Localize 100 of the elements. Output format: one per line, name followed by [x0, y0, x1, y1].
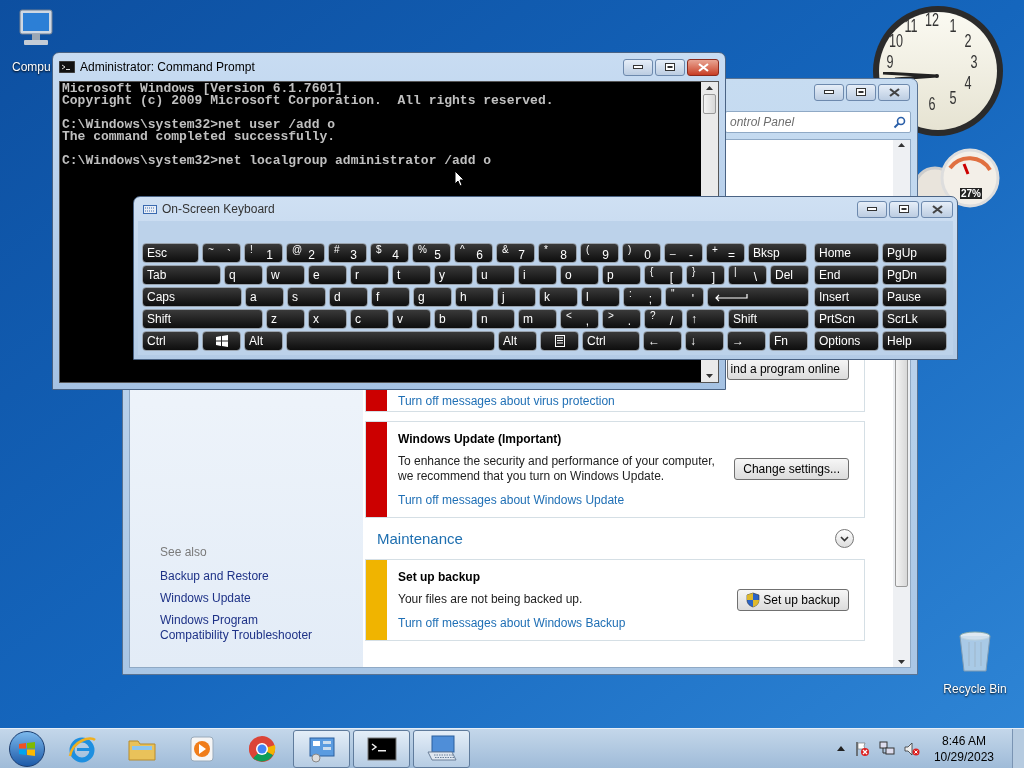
keyboard-key[interactable]: % 5 [412, 243, 451, 263]
keyboard-key[interactable]: + = [706, 243, 745, 263]
keyboard-key[interactable]: n [476, 309, 515, 329]
action-button[interactable]: Change settings... [734, 458, 849, 480]
keyboard-key[interactable]: > . [602, 309, 641, 329]
keyboard-key[interactable]: y [434, 265, 473, 285]
keyboard-key[interactable]: s [287, 287, 326, 307]
keyboard-key[interactable]: ? / [644, 309, 683, 329]
keyboard-key[interactable]: o [560, 265, 599, 285]
keyboard-key[interactable]: PrtScn [814, 309, 879, 329]
keyboard-key[interactable]: Tab [142, 265, 221, 285]
keyboard-key[interactable]: ← [643, 331, 682, 351]
close-button[interactable] [921, 200, 953, 218]
close-button[interactable] [687, 58, 719, 76]
keyboard-key[interactable]: : ; [623, 287, 662, 307]
recycle-bin-icon[interactable] [957, 630, 993, 674]
keyboard-key[interactable]: l [581, 287, 620, 307]
keyboard-key[interactable]: j [497, 287, 536, 307]
keyboard-key[interactable]: # 3 [328, 243, 367, 263]
turn-off-link[interactable]: Turn off messages about virus protection [398, 393, 849, 408]
keyboard-key[interactable]: f [371, 287, 410, 307]
desktop-icon-label[interactable]: Recycle Bin [943, 680, 1007, 698]
keyboard-key[interactable]: ScrLk [882, 309, 947, 329]
keyboard-key[interactable]: { [ [644, 265, 683, 285]
keyboard-key[interactable]: < , [560, 309, 599, 329]
maximize-button[interactable] [889, 200, 919, 218]
desktop-icon-label[interactable]: Compu [12, 58, 51, 76]
maximize-button[interactable] [846, 83, 876, 101]
keyboard-key[interactable]: a [245, 287, 284, 307]
keyboard-key[interactable]: m [518, 309, 557, 329]
keyboard-key[interactable]: p [602, 265, 641, 285]
turn-off-link[interactable]: Turn off messages about Windows Backup [398, 614, 726, 632]
keyboard-key[interactable]: Alt [498, 331, 537, 351]
keyboard-key[interactable]: " ' [665, 287, 704, 307]
keyboard-key[interactable]: ↑ [686, 309, 725, 329]
minimize-button[interactable] [814, 83, 844, 101]
keyboard-key[interactable]: d [329, 287, 368, 307]
turn-off-link[interactable]: Turn off messages about Windows Update [398, 490, 723, 509]
keyboard-key[interactable]: Del [770, 265, 809, 285]
keyboard-key[interactable]: Caps [142, 287, 242, 307]
scrollbar-thumb[interactable] [703, 94, 716, 114]
flag-alert-icon[interactable] [853, 740, 870, 757]
scroll-down-icon[interactable] [898, 660, 905, 664]
keyboard-key[interactable]: ~ ` [202, 243, 241, 263]
keyboard-key[interactable]: k [539, 287, 578, 307]
keyboard-key[interactable]: v [392, 309, 431, 329]
keyboard-key[interactable]: Shift [728, 309, 809, 329]
keyboard-key[interactable]: w [266, 265, 305, 285]
keyboard-key[interactable]: u [476, 265, 515, 285]
network-icon[interactable] [878, 740, 895, 757]
keyboard-key[interactable]: Fn [769, 331, 808, 351]
keyboard-key[interactable]: Options [814, 331, 879, 351]
minimize-button[interactable] [623, 58, 653, 76]
close-button[interactable] [878, 83, 910, 101]
keyboard-key[interactable]: z [266, 309, 305, 329]
keyboard-key[interactable]: Insert [814, 287, 879, 307]
scroll-down-icon[interactable] [706, 374, 713, 378]
see-also-link[interactable]: Backup and Restore [160, 569, 325, 584]
keyboard-key[interactable]: Home [814, 243, 879, 263]
space-key[interactable] [286, 331, 495, 351]
keyboard-key[interactable]: g [413, 287, 452, 307]
scroll-up-icon[interactable] [706, 86, 713, 90]
show-hidden-icons-icon[interactable] [836, 746, 845, 751]
windows-key[interactable] [202, 331, 241, 351]
keyboard-key[interactable]: } ] [686, 265, 725, 285]
expand-button[interactable] [835, 529, 854, 549]
keyboard-key[interactable]: Pause [882, 287, 947, 307]
system-clock[interactable]: 8:46 AM 10/29/2023 [933, 732, 994, 765]
keyboard-key[interactable]: x [308, 309, 347, 329]
scroll-up-icon[interactable] [898, 143, 905, 147]
keyboard-key[interactable]: | \ [728, 265, 767, 285]
elevated-action-button[interactable]: Set up backup [737, 589, 849, 611]
keyboard-key[interactable]: Ctrl [142, 331, 199, 351]
keyboard-key[interactable]: b [434, 309, 473, 329]
keyboard-key[interactable]: i [518, 265, 557, 285]
speaker-muted-icon[interactable] [903, 740, 920, 757]
menu-key[interactable] [540, 331, 579, 351]
search-field[interactable]: ontrol Panel [725, 111, 911, 133]
keyboard-key[interactable]: q [224, 265, 263, 285]
see-also-link[interactable]: Windows Update [160, 591, 325, 606]
maximize-button[interactable] [655, 58, 685, 76]
keyboard-key[interactable]: → [727, 331, 766, 351]
keyboard-key[interactable]: ( 9 [580, 243, 619, 263]
keyboard-key[interactable]: End [814, 265, 879, 285]
keyboard-key[interactable]: & 7 [496, 243, 535, 263]
keyboard-key[interactable]: * 8 [538, 243, 577, 263]
keyboard-key[interactable]: PgUp [882, 243, 947, 263]
minimize-button[interactable] [857, 200, 887, 218]
enter-key[interactable] [707, 287, 809, 307]
keyboard-key[interactable]: ↓ [685, 331, 724, 351]
taskbar-app[interactable] [353, 729, 410, 768]
start-button[interactable] [9, 730, 45, 767]
keyboard-key[interactable]: $ 4 [370, 243, 409, 263]
keyboard-key[interactable]: ! 1 [244, 243, 283, 263]
keyboard-key[interactable]: Shift [142, 309, 263, 329]
keyboard-key[interactable]: c [350, 309, 389, 329]
keyboard-key[interactable]: Alt [244, 331, 283, 351]
keyboard-key[interactable]: Help [882, 331, 947, 351]
keyboard-key[interactable]: @ 2 [286, 243, 325, 263]
keyboard-key[interactable]: Bksp [748, 243, 807, 263]
